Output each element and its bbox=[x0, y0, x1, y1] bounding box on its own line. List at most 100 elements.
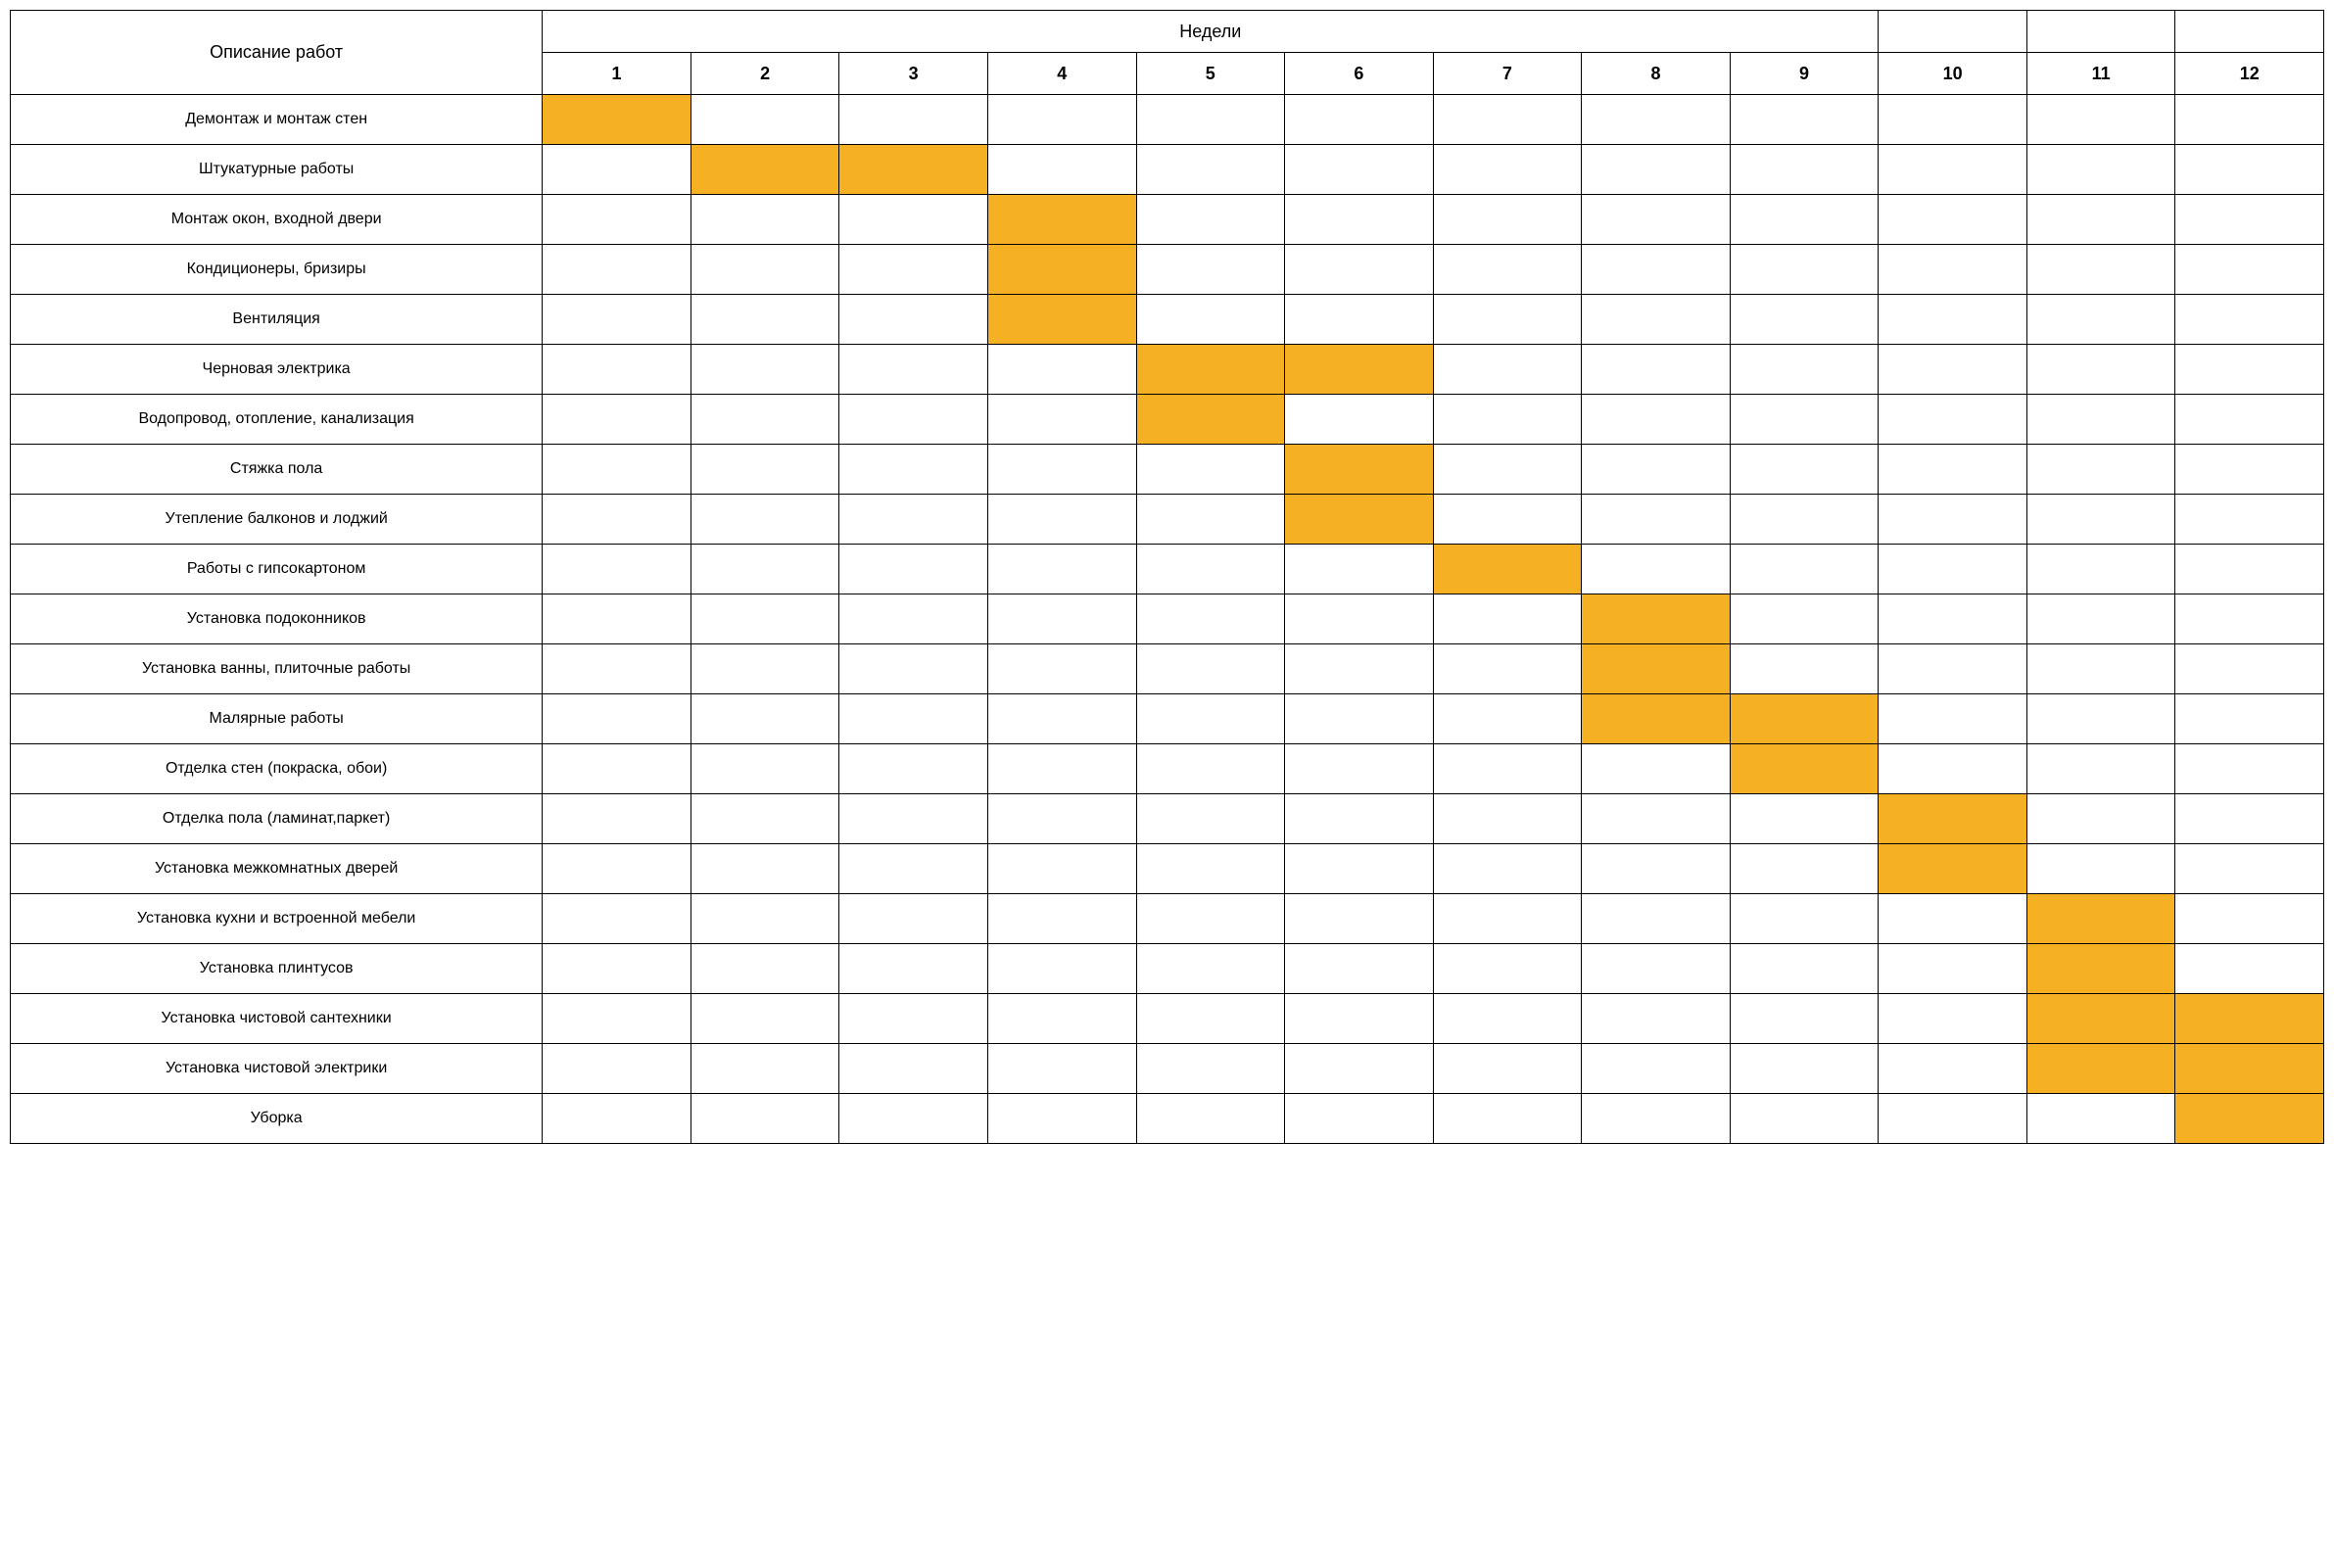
gantt-cell-empty bbox=[543, 345, 691, 395]
gantt-bar bbox=[1731, 744, 1879, 793]
task-name-cell: Установка подоконников bbox=[11, 594, 543, 644]
gantt-cell-empty bbox=[1582, 794, 1731, 844]
gantt-bar bbox=[988, 295, 1136, 344]
gantt-cell-empty bbox=[1879, 445, 2027, 495]
table-row: Утепление балконов и лоджий bbox=[11, 495, 2324, 545]
gantt-cell-empty bbox=[839, 445, 988, 495]
gantt-cell-empty bbox=[1136, 95, 1285, 145]
gantt-cell-empty bbox=[1136, 445, 1285, 495]
gantt-cell-empty bbox=[1433, 594, 1582, 644]
gantt-cell-empty bbox=[839, 994, 988, 1044]
task-name-cell: Установка ванны, плиточные работы bbox=[11, 644, 543, 694]
weeks-extra-cell bbox=[1879, 11, 2027, 53]
table-row: Вентиляция bbox=[11, 295, 2324, 345]
gantt-cell-empty bbox=[2026, 1094, 2175, 1144]
gantt-cell-empty bbox=[1730, 245, 1879, 295]
gantt-cell-empty bbox=[1879, 145, 2027, 195]
gantt-cell-empty bbox=[691, 95, 839, 145]
gantt-cell-filled bbox=[1879, 844, 2027, 894]
gantt-cell-empty bbox=[2026, 744, 2175, 794]
gantt-cell-empty bbox=[691, 195, 839, 245]
gantt-cell-empty bbox=[2175, 594, 2324, 644]
gantt-cell-empty bbox=[2175, 944, 2324, 994]
gantt-cell-empty bbox=[1433, 644, 1582, 694]
gantt-cell-empty bbox=[839, 1044, 988, 1094]
gantt-cell-empty bbox=[2175, 195, 2324, 245]
gantt-cell-empty bbox=[1730, 794, 1879, 844]
gantt-cell-filled bbox=[1285, 445, 1434, 495]
gantt-bar bbox=[1582, 594, 1730, 643]
gantt-cell-empty bbox=[987, 495, 1136, 545]
gantt-cell-empty bbox=[1730, 1044, 1879, 1094]
gantt-cell-empty bbox=[2026, 445, 2175, 495]
gantt-cell-filled bbox=[2026, 894, 2175, 944]
gantt-cell-empty bbox=[2175, 95, 2324, 145]
table-body: Демонтаж и монтаж стенШтукатурные работы… bbox=[11, 95, 2324, 1144]
gantt-cell-empty bbox=[691, 1094, 839, 1144]
task-name-cell: Водопровод, отопление, канализация bbox=[11, 395, 543, 445]
gantt-bar bbox=[543, 95, 691, 144]
task-name-cell: Монтаж окон, входной двери bbox=[11, 195, 543, 245]
gantt-cell-empty bbox=[1136, 694, 1285, 744]
table-row: Установка кухни и встроенной мебели bbox=[11, 894, 2324, 944]
gantt-cell-empty bbox=[987, 395, 1136, 445]
task-name-cell: Установка межкомнатных дверей bbox=[11, 844, 543, 894]
gantt-cell-empty bbox=[1285, 145, 1434, 195]
gantt-cell-filled bbox=[2175, 1094, 2324, 1144]
gantt-cell-empty bbox=[1879, 1094, 2027, 1144]
gantt-cell-empty bbox=[2175, 245, 2324, 295]
gantt-cell-filled bbox=[1582, 694, 1731, 744]
gantt-cell-empty bbox=[1879, 495, 2027, 545]
gantt-cell-empty bbox=[2175, 545, 2324, 594]
gantt-cell-empty bbox=[2026, 95, 2175, 145]
table-row: Отделка стен (покраска, обои) bbox=[11, 744, 2324, 794]
gantt-cell-empty bbox=[1285, 1094, 1434, 1144]
gantt-cell-empty bbox=[1136, 644, 1285, 694]
gantt-cell-empty bbox=[2175, 495, 2324, 545]
table-row: Установка межкомнатных дверей bbox=[11, 844, 2324, 894]
gantt-cell-empty bbox=[1285, 295, 1434, 345]
gantt-cell-empty bbox=[1285, 744, 1434, 794]
gantt-bar bbox=[1434, 545, 1582, 594]
gantt-cell-empty bbox=[987, 145, 1136, 195]
week-header-9: 9 bbox=[1730, 53, 1879, 95]
gantt-cell-filled bbox=[1582, 644, 1731, 694]
gantt-bar bbox=[691, 145, 839, 194]
gantt-cell-empty bbox=[2175, 145, 2324, 195]
gantt-cell-empty bbox=[1582, 195, 1731, 245]
gantt-cell-filled bbox=[1433, 545, 1582, 594]
gantt-cell-empty bbox=[1136, 245, 1285, 295]
gantt-cell-empty bbox=[2026, 844, 2175, 894]
gantt-cell-empty bbox=[1433, 894, 1582, 944]
gantt-cell-empty bbox=[1730, 844, 1879, 894]
task-name-cell: Установка чистовой электрики bbox=[11, 1044, 543, 1094]
gantt-cell-empty bbox=[1730, 944, 1879, 994]
gantt-cell-empty bbox=[839, 694, 988, 744]
table-row: Водопровод, отопление, канализация bbox=[11, 395, 2324, 445]
gantt-cell-empty bbox=[2175, 644, 2324, 694]
gantt-cell-empty bbox=[839, 395, 988, 445]
gantt-cell-empty bbox=[1433, 1094, 1582, 1144]
table-row: Установка чистовой сантехники bbox=[11, 994, 2324, 1044]
gantt-bar bbox=[1582, 694, 1730, 743]
gantt-cell-empty bbox=[1285, 195, 1434, 245]
gantt-cell-empty bbox=[1730, 545, 1879, 594]
gantt-bar bbox=[2027, 994, 2175, 1043]
gantt-bar bbox=[1285, 495, 1433, 544]
gantt-cell-empty bbox=[543, 245, 691, 295]
gantt-cell-empty bbox=[1136, 545, 1285, 594]
task-name-cell: Отделка стен (покраска, обои) bbox=[11, 744, 543, 794]
gantt-cell-empty bbox=[987, 844, 1136, 894]
gantt-cell-empty bbox=[1730, 345, 1879, 395]
gantt-cell-filled bbox=[839, 145, 988, 195]
gantt-bar bbox=[2175, 994, 2323, 1043]
gantt-cell-empty bbox=[2175, 295, 2324, 345]
gantt-cell-empty bbox=[1433, 245, 1582, 295]
gantt-cell-empty bbox=[1582, 744, 1731, 794]
gantt-cell-empty bbox=[1136, 944, 1285, 994]
weeks-group-header: Недели bbox=[543, 11, 1879, 53]
gantt-cell-empty bbox=[1285, 794, 1434, 844]
gantt-cell-empty bbox=[1582, 445, 1731, 495]
gantt-bar bbox=[2175, 1044, 2323, 1093]
week-header-2: 2 bbox=[691, 53, 839, 95]
